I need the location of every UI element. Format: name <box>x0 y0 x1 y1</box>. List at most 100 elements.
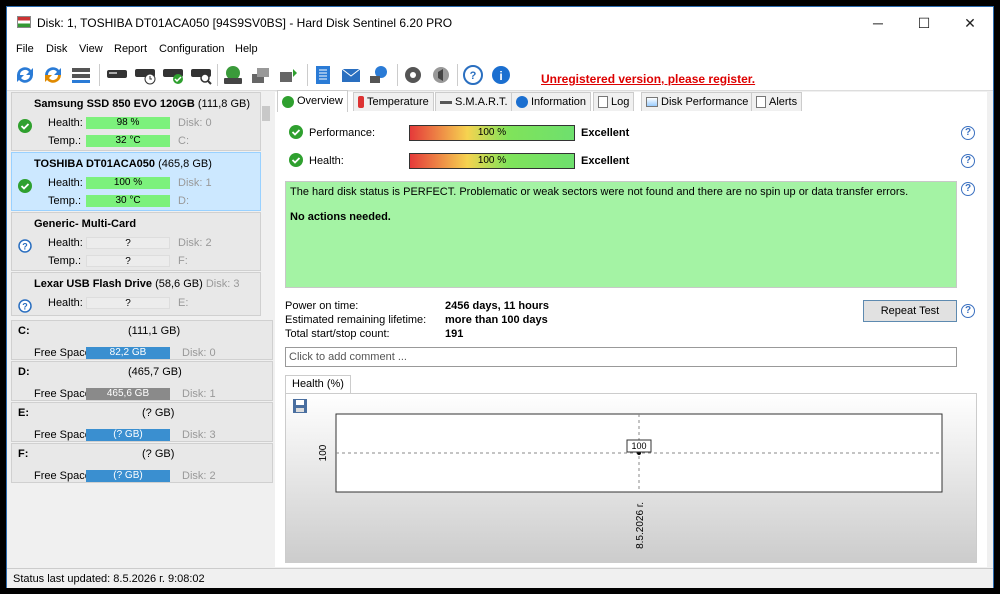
scrollbar-thumb[interactable] <box>262 106 270 121</box>
menu-help[interactable]: Help <box>235 43 258 55</box>
disk-name: Generic- Multi-Card <box>34 218 137 230</box>
disk-item-samsung[interactable]: Samsung SSD 850 EVO 120GB (111,8 GB) Hea… <box>11 92 261 151</box>
disk-number: Disk: 2 <box>178 237 212 249</box>
info-icon[interactable]: i <box>489 64 513 86</box>
volume-letter: D: <box>18 366 30 378</box>
disks-stack-icon[interactable] <box>249 64 273 86</box>
performance-verdict: Excellent <box>581 127 630 139</box>
disk-item-generic[interactable]: Generic- Multi-Card ? Health: ? Disk: 2 … <box>11 212 261 271</box>
thermometer-icon <box>358 96 364 108</box>
maximize-button[interactable]: ☐ <box>901 7 947 39</box>
power-on-value: 2456 days, 11 hours <box>445 300 549 312</box>
disk-number: Disk: 2 <box>182 470 216 482</box>
comment-input[interactable]: Click to add comment ... <box>285 347 957 367</box>
disk-check-icon[interactable] <box>161 64 185 86</box>
free-space-label: Free Space <box>34 388 91 400</box>
volume-item-c[interactable]: C: (111,1 GB) Free Space 82,2 GB Disk: 0 <box>11 320 273 360</box>
performance-label: Performance: <box>309 127 376 139</box>
volume-letter: E: <box>18 407 29 419</box>
minimize-button[interactable]: ─ <box>855 7 901 39</box>
title-bar[interactable]: Disk: 1, TOSHIBA DT01ACA050 [94S9SV0BS] … <box>7 7 993 39</box>
globe-disk-icon[interactable] <box>221 64 245 86</box>
close-button[interactable]: ✕ <box>947 7 993 39</box>
volume-size: (? GB) <box>142 448 175 460</box>
menu-configuration[interactable]: Configuration <box>159 43 224 55</box>
tab-alerts[interactable]: Alerts <box>751 92 803 111</box>
help-icon[interactable]: ? <box>461 64 485 86</box>
svg-text:?: ? <box>22 302 28 312</box>
repeat-test-button[interactable]: Repeat Test <box>863 300 957 322</box>
disk-number: Disk: 0 <box>182 347 216 359</box>
volume-item-f[interactable]: F: (? GB) Free Space (? GB) Disk: 2 <box>11 443 273 483</box>
help-icon[interactable]: ? <box>961 154 975 168</box>
health-bar: ? <box>86 297 170 309</box>
tab-disk-performance[interactable]: Disk Performance <box>641 92 754 111</box>
sound-icon[interactable] <box>429 64 453 86</box>
check-icon <box>282 95 294 108</box>
disk-item-lexar[interactable]: Lexar USB Flash Drive (58,6 GB) Disk: 3 … <box>11 272 261 316</box>
health-bar: ? <box>86 237 170 249</box>
disk-search-icon[interactable] <box>189 64 213 86</box>
register-link[interactable]: Unregistered version, please register. <box>541 72 755 86</box>
free-space-bar: (? GB) <box>86 470 170 482</box>
disk-name: TOSHIBA DT01ACA050 (465,8 GB) <box>34 158 212 170</box>
health-chart: 100 100 8.5.2026 г. <box>318 413 943 549</box>
disk-transfer-icon[interactable] <box>277 64 301 86</box>
temp-bar: ? <box>86 255 170 267</box>
tab-smart[interactable]: S.M.A.R.T. <box>435 92 513 111</box>
report-icon[interactable] <box>311 64 335 86</box>
help-icon[interactable]: ? <box>961 126 975 140</box>
temp-label: Temp.: <box>48 135 82 147</box>
status-text: Status last updated: 8.5.2026 г. 9:08:02 <box>13 573 205 585</box>
menu-view[interactable]: View <box>79 43 103 55</box>
health-label: Health: <box>309 155 344 167</box>
scrollbar-up-arrow[interactable] <box>261 92 271 106</box>
volume-item-e[interactable]: E: (? GB) Free Space (? GB) Disk: 3 <box>11 402 273 442</box>
disk-number: Disk: 1 <box>182 388 216 400</box>
performance-gauge: 100 % <box>409 125 575 141</box>
mail-icon[interactable] <box>339 64 363 86</box>
disk-icon[interactable] <box>105 64 129 86</box>
volume-size: (111,1 GB) <box>128 325 181 337</box>
check-icon <box>289 153 303 167</box>
menu-disk[interactable]: Disk <box>46 43 67 55</box>
disk-number: Disk: 0 <box>178 117 212 129</box>
app-icon <box>17 16 31 28</box>
gear-icon[interactable] <box>401 64 425 86</box>
tab-information[interactable]: Information <box>511 92 592 111</box>
volume-item-d[interactable]: D: (465,7 GB) Free Space 465,6 GB Disk: … <box>11 361 273 401</box>
svg-text:?: ? <box>22 242 28 252</box>
menu-report[interactable]: Report <box>114 43 147 55</box>
free-space-bar: 82,2 GB <box>86 347 170 359</box>
network-icon[interactable] <box>367 64 391 86</box>
temp-bar: 32 °C <box>86 135 170 147</box>
overview-panel: Overview Temperature S.M.A.R.T. Informat… <box>275 90 987 567</box>
disk-item-toshiba[interactable]: TOSHIBA DT01ACA050 (465,8 GB) Health: 10… <box>11 152 261 211</box>
tab-health-chart[interactable]: Health (%) <box>285 375 351 393</box>
tab-temperature[interactable]: Temperature <box>353 92 434 111</box>
menu-file[interactable]: File <box>16 43 34 55</box>
temp-label: Temp.: <box>48 255 82 267</box>
lifetime-label: Estimated remaining lifetime: <box>285 314 427 326</box>
data-label: 100 <box>631 441 646 451</box>
drive-letter: F: <box>178 255 188 267</box>
tab-log[interactable]: Log <box>593 92 635 111</box>
disk-number: Disk: 3 <box>182 429 216 441</box>
y-tick-label: 100 <box>318 444 329 461</box>
volume-letter: F: <box>18 448 29 460</box>
bar-icon <box>440 100 452 104</box>
refresh-icon[interactable] <box>13 64 37 86</box>
tab-overview[interactable]: Overview <box>277 90 348 112</box>
temp-label: Temp.: <box>48 195 82 207</box>
x-tick-label: 8.5.2026 г. <box>635 502 646 549</box>
disk-schedule-icon[interactable] <box>133 64 157 86</box>
help-icon[interactable]: ? <box>961 304 975 318</box>
help-icon[interactable]: ? <box>961 182 975 196</box>
health-label: Health: <box>48 297 83 309</box>
refresh-all-icon[interactable] <box>41 64 65 86</box>
power-on-label: Power on time: <box>285 300 359 312</box>
disk-name: Samsung SSD 850 EVO 120GB (111,8 GB) <box>34 98 251 110</box>
disk-list-icon[interactable] <box>69 64 93 86</box>
status-bar: Status last updated: 8.5.2026 г. 9:08:02 <box>7 568 993 588</box>
health-verdict: Excellent <box>581 155 630 167</box>
